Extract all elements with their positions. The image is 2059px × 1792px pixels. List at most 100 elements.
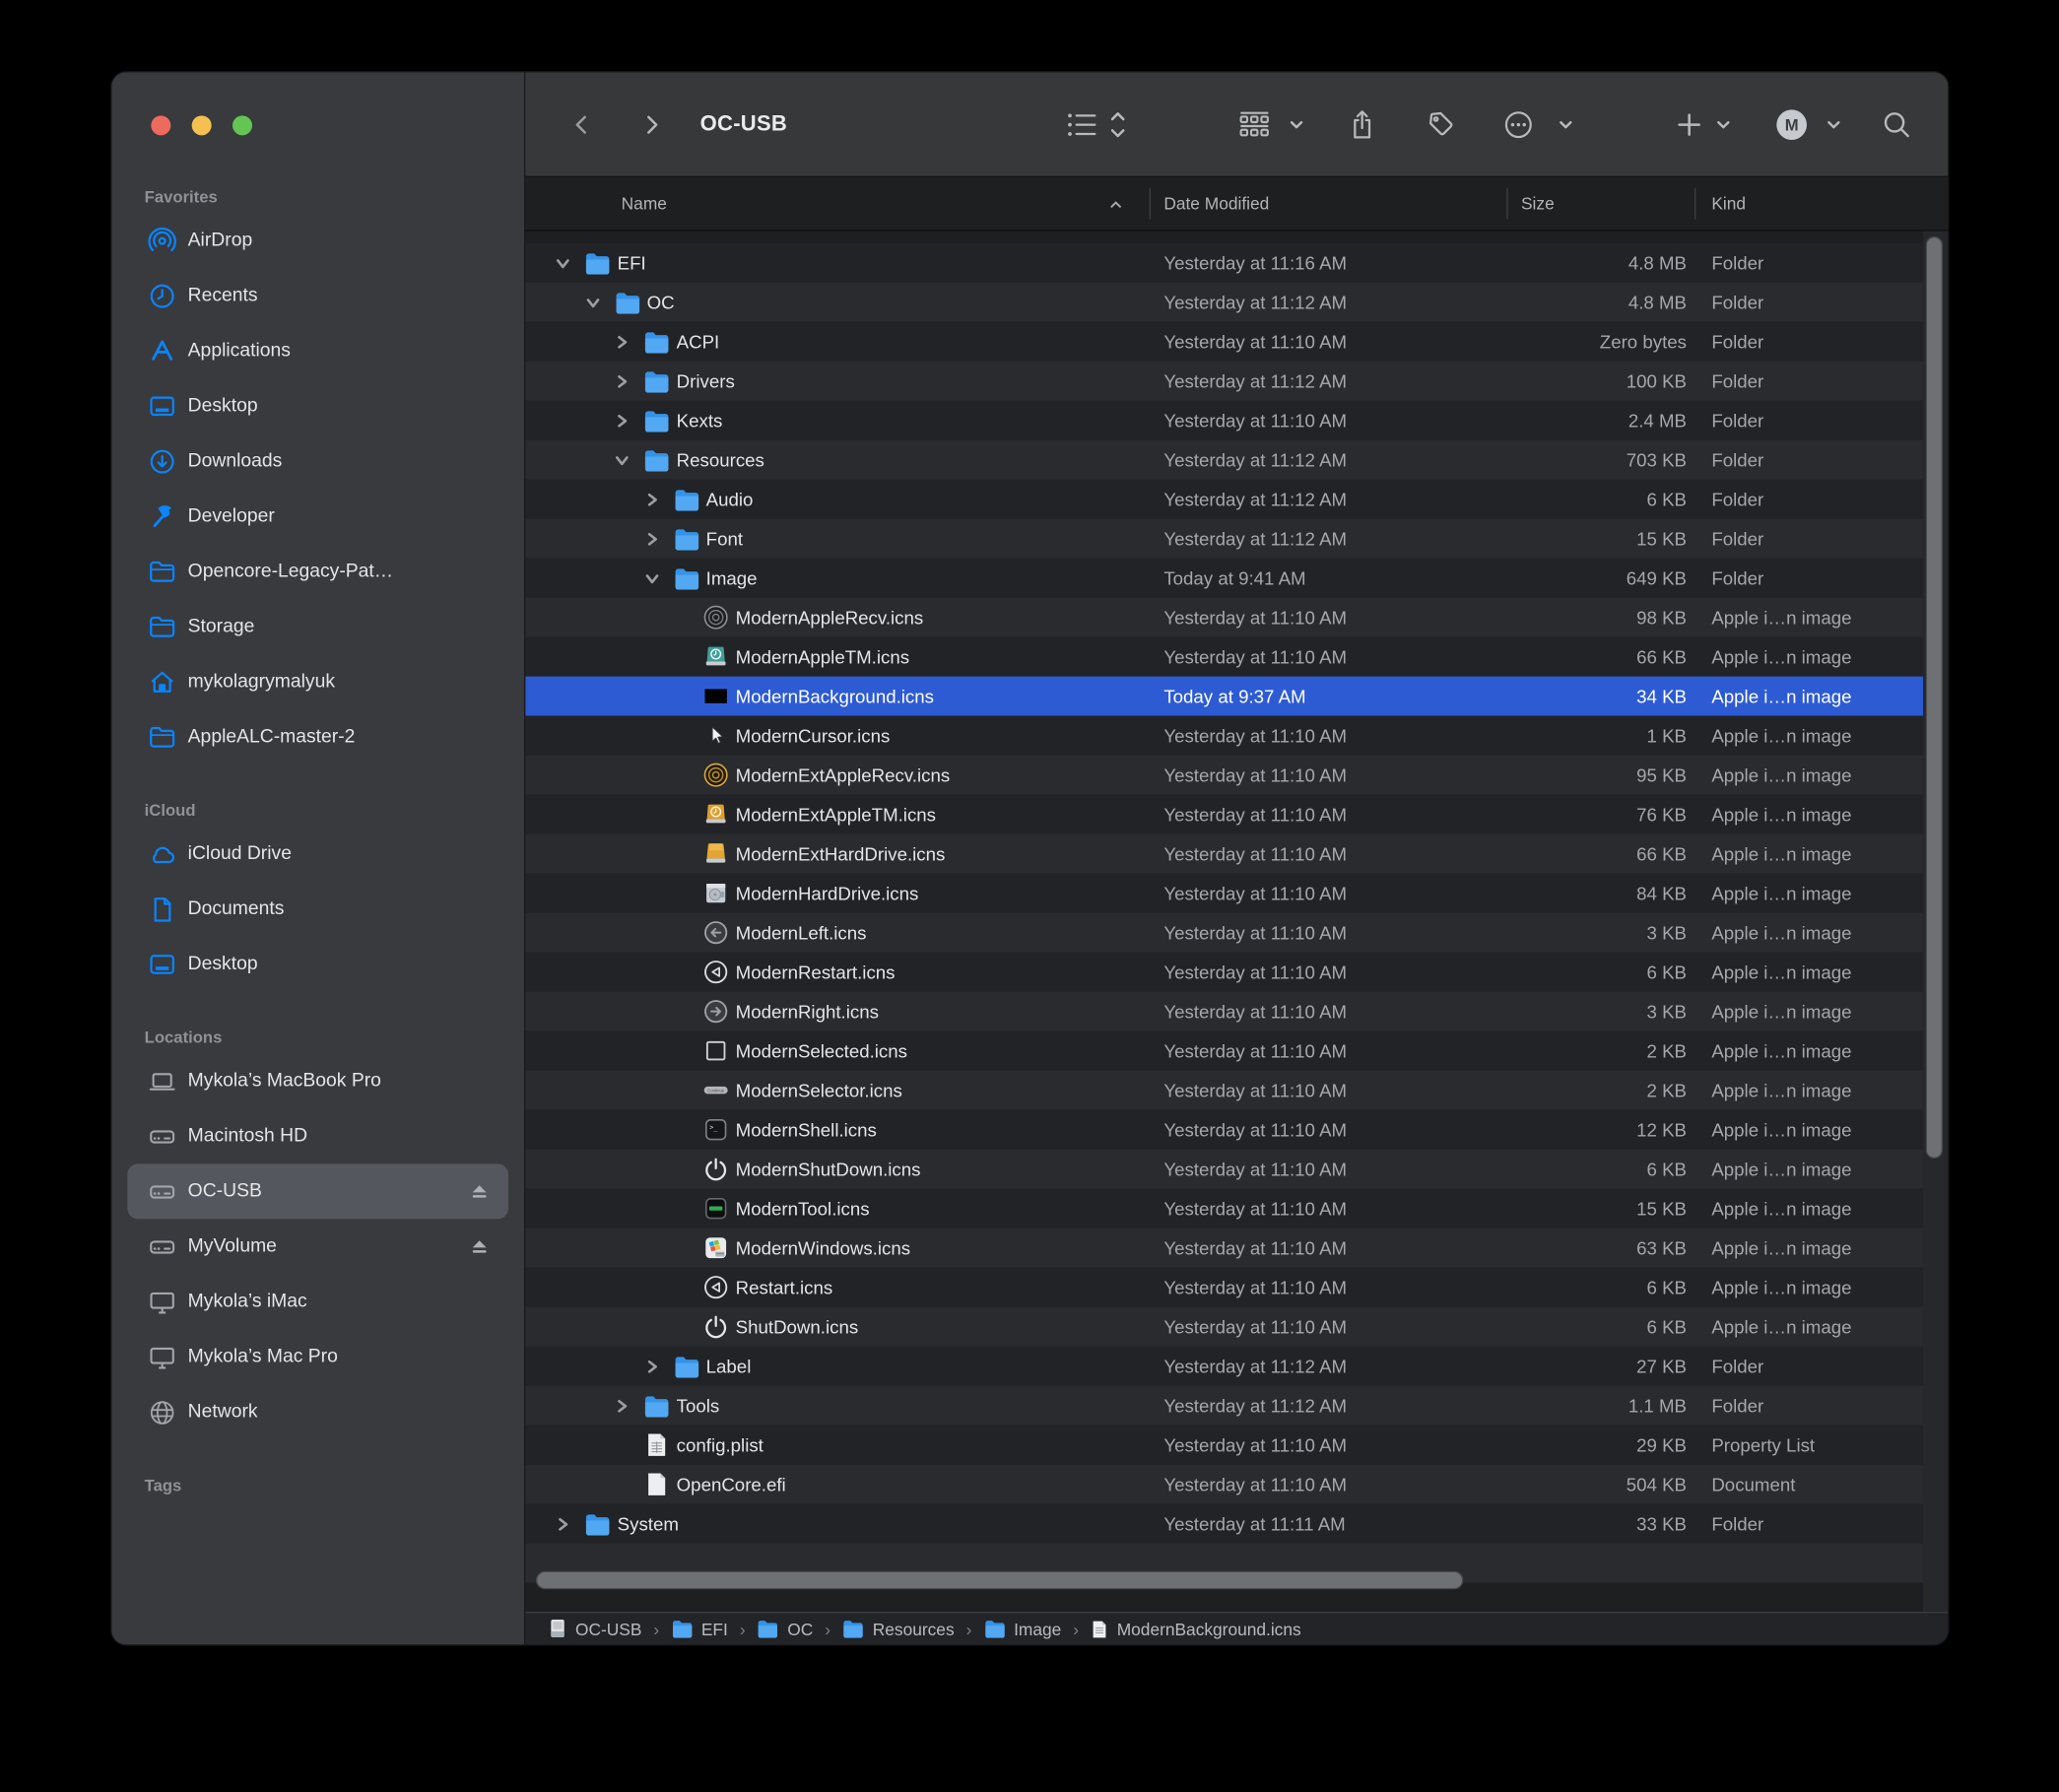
path-item-resources[interactable]: Resources	[842, 1619, 955, 1638]
file-row-modernselector-icns[interactable]: ContinueModernSelector.icnsYesterday at …	[525, 1071, 1923, 1110]
sidebar-item-downloads[interactable]: Downloads	[127, 433, 508, 489]
disclosure-closed-icon[interactable]	[614, 334, 631, 351]
vertical-scrollbar-thumb[interactable]	[1926, 236, 1943, 1159]
sidebar-item-macintosh-hd[interactable]: Macintosh HD	[127, 1108, 508, 1163]
account-button[interactable]: M	[1774, 106, 1810, 142]
sidebar-item-mykolagrymalyuk[interactable]: mykolagrymalyuk	[127, 654, 508, 709]
file-kind: Folder	[1711, 401, 1763, 440]
disclosure-closed-icon[interactable]	[643, 492, 660, 508]
file-row-image[interactable]: ImageToday at 9:41 AM649 KBFolder	[525, 559, 1923, 598]
disclosure-closed-icon[interactable]	[555, 1516, 571, 1533]
sidebar-item-documents[interactable]: Documents	[127, 882, 508, 937]
back-button[interactable]	[570, 111, 594, 136]
file-row-modernshutdown-icns[interactable]: ModernShutDown.icnsYesterday at 11:10 AM…	[525, 1150, 1923, 1189]
disclosure-closed-icon[interactable]	[643, 531, 660, 548]
file-row-modernextharddrive-icns[interactable]: ModernExtHardDrive.icnsYesterday at 11:1…	[525, 834, 1923, 874]
close-button[interactable]	[151, 115, 170, 135]
file-row-moderntool-icns[interactable]: ModernTool.icnsYesterday at 11:10 AM15 K…	[525, 1189, 1923, 1228]
sidebar-item-network[interactable]: Network	[127, 1384, 508, 1439]
forward-button[interactable]	[639, 111, 663, 136]
tags-button[interactable]	[1425, 109, 1455, 140]
file-row-opencore-efi[interactable]: OpenCore.efiYesterday at 11:10 AM504 KBD…	[525, 1465, 1923, 1504]
path-item-image[interactable]: Image	[983, 1619, 1061, 1638]
file-row-kexts[interactable]: KextsYesterday at 11:10 AM2.4 MBFolder	[525, 401, 1923, 440]
disclosure-open-icon[interactable]	[614, 452, 631, 469]
more-actions-chevron[interactable]	[1558, 115, 1574, 132]
sidebar-item-oc-usb[interactable]: OC-USB	[127, 1163, 508, 1219]
sidebar-item-icloud-drive[interactable]: iCloud Drive	[127, 827, 508, 882]
file-row-drivers[interactable]: DriversYesterday at 11:12 AM100 KBFolder	[525, 362, 1923, 401]
share-button[interactable]	[1349, 108, 1375, 140]
sidebar-item-desktop[interactable]: Desktop	[127, 378, 508, 433]
file-row-modernselected-icns[interactable]: ModernSelected.icnsYesterday at 11:10 AM…	[525, 1031, 1923, 1071]
file-row-system[interactable]: SystemYesterday at 11:11 AM33 KBFolder	[525, 1504, 1923, 1544]
file-row-resources[interactable]: ResourcesYesterday at 11:12 AM703 KBFold…	[525, 440, 1923, 480]
file-row-shutdown-icns[interactable]: ShutDown.icnsYesterday at 11:10 AM6 KBAp…	[525, 1307, 1923, 1347]
sidebar-item-mykola-s-macbook-pro[interactable]: Mykola’s MacBook Pro	[127, 1053, 508, 1108]
sidebar-item-mykola-s-mac-pro[interactable]: Mykola’s Mac Pro	[127, 1329, 508, 1384]
sidebar-item-applealc-master-2[interactable]: AppleALC-master-2	[127, 709, 508, 764]
file-row-tools[interactable]: ToolsYesterday at 11:12 AM1.1 MBFolder	[525, 1386, 1923, 1426]
group-by-chevron[interactable]	[1288, 115, 1304, 132]
sort-rows-control[interactable]	[1108, 109, 1127, 140]
file-row-modernapplerecv-icns[interactable]: ModernAppleRecv.icnsYesterday at 11:10 A…	[525, 598, 1923, 637]
file-row-acpi[interactable]: ACPIYesterday at 11:10 AMZero bytesFolde…	[525, 322, 1923, 362]
search-button[interactable]	[1882, 109, 1912, 140]
horizontal-scrollbar-thumb[interactable]	[536, 1571, 1463, 1590]
sidebar-item-applications[interactable]: Applications	[127, 323, 508, 378]
file-row-modernrestart-icns[interactable]: ModernRestart.icnsYesterday at 11:10 AM6…	[525, 953, 1923, 992]
file-row-modernwindows-icns[interactable]: ModernWindows.icnsYesterday at 11:10 AM6…	[525, 1228, 1923, 1268]
zoom-button[interactable]	[232, 115, 252, 135]
file-row-config-plist[interactable]: config.plistYesterday at 11:10 AM29 KBPr…	[525, 1426, 1923, 1465]
group-grid-icon	[1238, 109, 1271, 138]
file-row-modernappletm-icns[interactable]: ModernAppleTM.icnsYesterday at 11:10 AM6…	[525, 637, 1923, 677]
group-by-button[interactable]	[1238, 109, 1271, 138]
column-header-kind[interactable]: Kind	[1711, 194, 1746, 214]
new-item-chevron[interactable]	[1715, 115, 1732, 132]
view-list-button[interactable]	[1067, 111, 1097, 136]
file-row-oc[interactable]: OCYesterday at 11:12 AM4.8 MBFolder	[525, 283, 1923, 322]
file-row-moderncursor-icns[interactable]: ModernCursor.icnsYesterday at 11:10 AM1 …	[525, 716, 1923, 756]
desktop-icon	[146, 949, 177, 979]
path-item-efi[interactable]: EFI	[671, 1619, 728, 1638]
sidebar-item-airdrop[interactable]: AirDrop	[127, 213, 508, 268]
column-header-name[interactable]: Name	[622, 194, 667, 214]
file-row-font[interactable]: FontYesterday at 11:12 AM15 KBFolder	[525, 519, 1923, 559]
sidebar-item-mykola-s-imac[interactable]: Mykola’s iMac	[127, 1274, 508, 1329]
column-header-date-modified[interactable]: Date Modified	[1163, 194, 1269, 214]
file-row-restart-icns[interactable]: Restart.icnsYesterday at 11:10 AM6 KBApp…	[525, 1268, 1923, 1307]
sidebar-item-myvolume[interactable]: MyVolume	[127, 1219, 508, 1274]
account-chevron[interactable]	[1826, 115, 1842, 132]
file-row-efi[interactable]: EFIYesterday at 11:16 AM4.8 MBFolder	[525, 243, 1923, 283]
disclosure-closed-icon[interactable]	[614, 413, 631, 430]
path-item-oc[interactable]: OC	[758, 1619, 814, 1638]
file-row-modernshell-icns[interactable]: >_ModernShell.icnsYesterday at 11:10 AM1…	[525, 1110, 1923, 1150]
file-row-modernright-icns[interactable]: ModernRight.icnsYesterday at 11:10 AM3 K…	[525, 992, 1923, 1031]
new-item-button[interactable]	[1676, 111, 1702, 138]
sidebar-item-developer[interactable]: Developer	[127, 489, 508, 544]
disclosure-closed-icon[interactable]	[643, 1359, 660, 1375]
disclosure-open-icon[interactable]	[555, 255, 571, 272]
disclosure-open-icon[interactable]	[584, 295, 601, 311]
disclosure-closed-icon[interactable]	[614, 373, 631, 390]
file-row-audio[interactable]: AudioYesterday at 11:12 AM6 KBFolder	[525, 480, 1923, 519]
file-row-modernextapplerecv-icns[interactable]: ModernExtAppleRecv.icnsYesterday at 11:1…	[525, 756, 1923, 795]
path-item-modernbackground-icns[interactable]: ModernBackground.icns	[1091, 1619, 1301, 1638]
column-header-size[interactable]: Size	[1521, 194, 1555, 214]
sidebar-item-desktop[interactable]: Desktop	[127, 937, 508, 992]
disclosure-closed-icon[interactable]	[614, 1398, 631, 1415]
file-row-label[interactable]: LabelYesterday at 11:12 AM27 KBFolder	[525, 1347, 1923, 1386]
file-row-modernbackground-icns[interactable]: ModernBackground.icnsToday at 9:37 AM34 …	[525, 677, 1923, 716]
eject-icon[interactable]	[468, 1179, 492, 1203]
sidebar-item-recents[interactable]: Recents	[127, 268, 508, 323]
sidebar-item-storage[interactable]: Storage	[127, 599, 508, 654]
file-row-modernharddrive-icns[interactable]: ModernHardDrive.icnsYesterday at 11:10 A…	[525, 874, 1923, 913]
eject-icon[interactable]	[468, 1234, 492, 1258]
minimize-button[interactable]	[192, 115, 212, 135]
disclosure-open-icon[interactable]	[643, 570, 660, 587]
file-row-modernextappletm-icns[interactable]: ModernExtAppleTM.icnsYesterday at 11:10 …	[525, 795, 1923, 834]
more-actions-button[interactable]	[1502, 108, 1534, 140]
file-row-modernleft-icns[interactable]: ModernLeft.icnsYesterday at 11:10 AM3 KB…	[525, 913, 1923, 953]
sidebar-item-opencore-legacy-pat-[interactable]: Opencore-Legacy-Pat…	[127, 544, 508, 599]
path-item-oc-usb[interactable]: OC-USB	[548, 1619, 641, 1639]
